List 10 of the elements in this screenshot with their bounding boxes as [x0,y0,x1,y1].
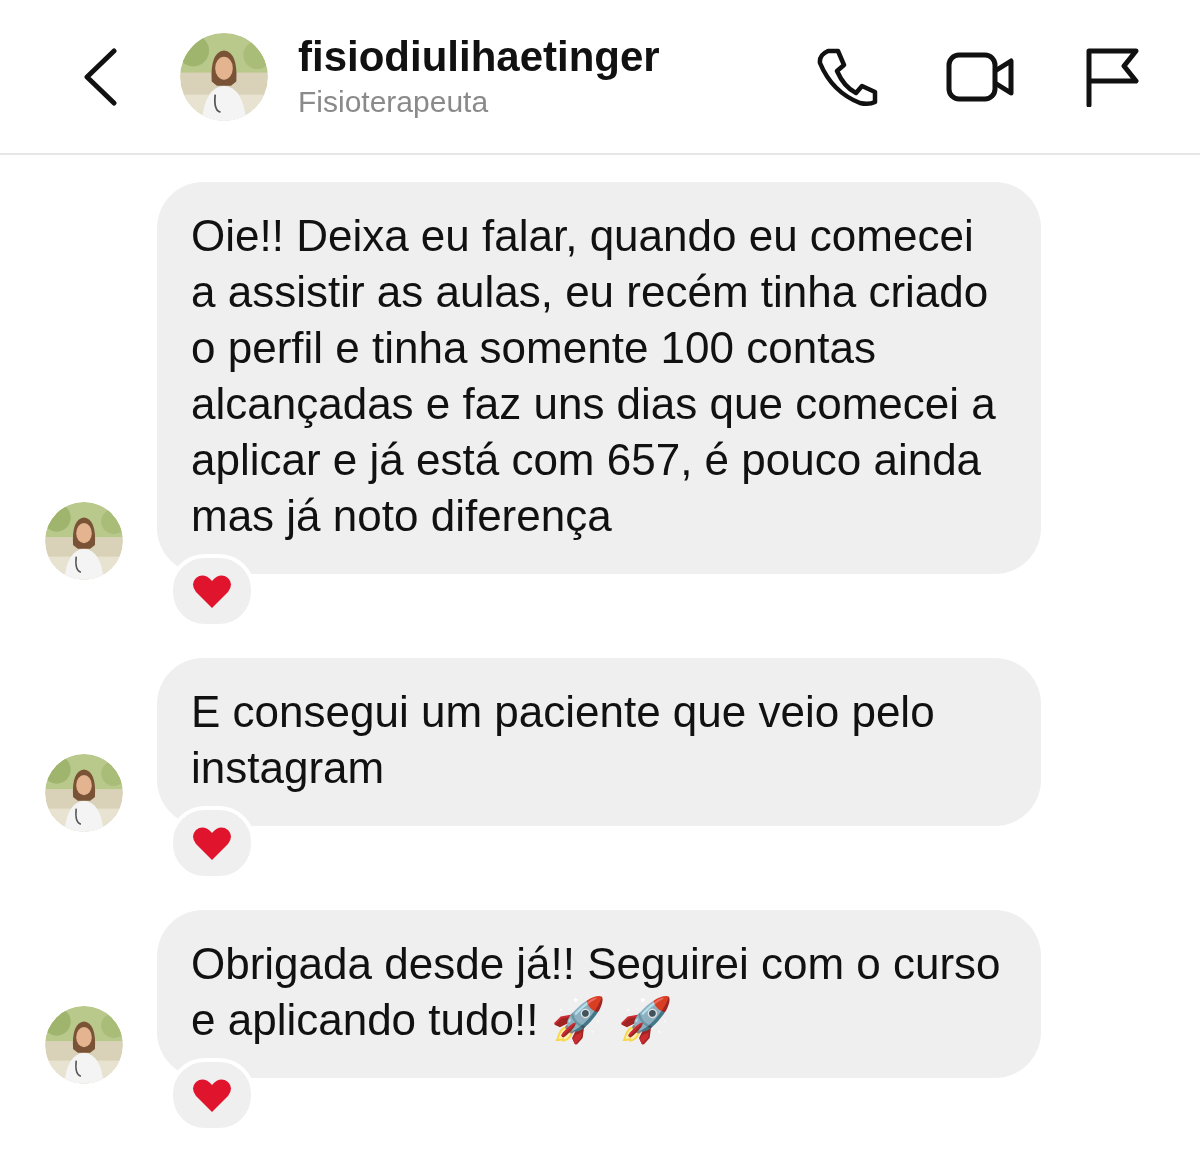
back-icon[interactable] [82,47,118,106]
heart-icon [192,573,232,609]
heart-icon [192,1077,232,1113]
message-bubble: Oie!! Deixa eu falar, quando eu comecei a assistir as aulas, eu recém tinha criado o perfil e tinha somente 100 contas alcançadas e faz uns dias que comecei a aplicar e já está com 657, é pouco ainda mas já noto diferença [157,182,1041,574]
message-bubble: Obrigada desde já!! Seguirei com o curso e aplicando tudo!! 🚀 🚀 [157,910,1041,1078]
subtitle: Fisioterapeuta [298,83,490,120]
heart-icon [192,825,232,861]
flag-icon[interactable] [1084,46,1140,107]
username[interactable]: fisiodiulihaetinger [298,31,814,82]
message-bubble: E consegui um paciente que veio pelo instagram [157,658,1041,826]
